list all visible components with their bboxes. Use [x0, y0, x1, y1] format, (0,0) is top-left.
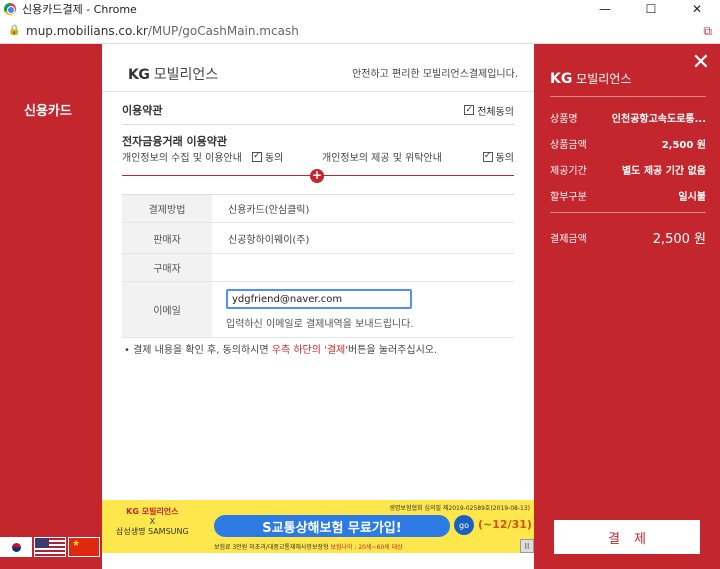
- payment-info-table: 결제방법 신용카드(안심클릭) 판매자 신공항하이웨이(주) 구매자 이메일 입…: [122, 194, 514, 338]
- info-label: 판매자: [122, 223, 212, 253]
- summary-total: 결제금액 2,500 원: [550, 228, 706, 247]
- privacy-items: 개인정보의 수집 및 이용안내 ✓ 동의 개인정보의 제공 및 위탁안내 ✓ 동의: [122, 149, 514, 164]
- summary-divider: [550, 96, 706, 97]
- banner-ad[interactable]: KG 모빌리언스 X 삼성생명 SAMSUNG 생명보험협회 심의필 제2019…: [102, 500, 534, 553]
- close-window-button[interactable]: ✕: [674, 0, 720, 18]
- notice-prefix: • 결제 내용을 확인 후, 동의하시면: [124, 345, 272, 356]
- agree-all-checkbox[interactable]: ✓ 전체동의: [464, 103, 514, 118]
- banner-kg-logo: KG 모빌리언스: [126, 507, 179, 516]
- order-summary-panel: ✕ KG 모빌리언스 상품명 인천공항고속도로통... 상품금액 2,500 원 제…: [534, 44, 720, 569]
- header-slogan: 안전하고 편리한 모빌리언스결제입니다.: [352, 69, 518, 80]
- payment-notice: • 결제 내용을 확인 후, 동의하시면 우측 하단의 '결제'버튼을 눌러주십…: [124, 341, 437, 356]
- info-label: 결제방법: [122, 195, 212, 222]
- summary-kg-text: 모빌리언스: [576, 72, 632, 86]
- email-cell: 입력하신 이메일로 결제내역을 보내드립니다.: [212, 282, 514, 337]
- info-value: 신공항하이웨이(주): [228, 234, 310, 246]
- privacy-provide-checkbox[interactable]: ✓ 동의: [482, 149, 514, 164]
- check-icon: ✓: [251, 151, 262, 162]
- kg-logo: KG 모빌리언스: [128, 64, 218, 84]
- privacy-provide-item: 개인정보의 제공 및 위탁안내 ✓ 동의: [322, 149, 514, 164]
- main-panel: KG 모빌리언스 안전하고 편리한 모빌리언스결제입니다. 이용약관 ✓ 전체동의…: [102, 44, 534, 569]
- summary-value: 인천공항고속도로통...: [611, 114, 706, 125]
- privacy-collect-checkbox[interactable]: ✓ 동의: [251, 149, 284, 164]
- agree-all-label: 전체동의: [477, 106, 514, 118]
- pay-button[interactable]: 결제: [554, 520, 700, 554]
- banner-period: (~12/31): [478, 518, 532, 531]
- agree-label: 동의: [264, 153, 284, 164]
- left-sidebar: 신용카드: [0, 44, 102, 569]
- korean-flag-icon[interactable]: [0, 537, 32, 557]
- summary-kg-mark: KG: [550, 71, 573, 87]
- check-icon: ✓: [482, 151, 493, 162]
- blocked-popup-icon[interactable]: ⧉: [703, 24, 712, 39]
- banner-fine-red: 보험나이 : 20세~60세 대상: [330, 544, 403, 551]
- summary-value: 별도 제공 기간 없음: [621, 166, 706, 177]
- summary-row: 할부구분 일시불: [550, 188, 706, 203]
- kg-logo-mark: KG: [128, 67, 150, 83]
- banner-headline: S교통상해보험 무료가입!: [214, 515, 450, 537]
- total-value: 2,500 원: [652, 232, 706, 247]
- table-row: 판매자 신공항하이웨이(주): [122, 223, 514, 254]
- payment-method-title: 신용카드: [24, 104, 72, 119]
- info-value: 신용카드(안심클릭): [228, 205, 310, 216]
- window-titlebar: 신용카드결제 - Chrome — ☐ ✕: [0, 0, 720, 18]
- agree-label: 동의: [495, 153, 514, 164]
- summary-key: 제공기간: [550, 166, 587, 177]
- privacy-collect-label[interactable]: 개인정보의 수집 및 이용안내: [122, 149, 242, 164]
- terms-title: 이용약관: [122, 104, 163, 117]
- email-input[interactable]: [226, 289, 412, 309]
- banner-pause-icon[interactable]: II: [520, 539, 534, 553]
- china-flag-icon[interactable]: [68, 537, 100, 557]
- check-icon: ✓: [464, 104, 475, 115]
- url-path: /MUP/goCashMain.mcash: [147, 23, 299, 38]
- divider: [122, 124, 514, 125]
- us-flag-icon[interactable]: [34, 537, 66, 557]
- summary-divider: [550, 212, 706, 213]
- summary-value: 2,500 원: [661, 140, 706, 151]
- close-icon[interactable]: ✕: [692, 52, 710, 74]
- total-label: 결제금액: [550, 234, 587, 245]
- summary-row: 상품명 인천공항고속도로통...: [550, 110, 706, 125]
- expand-plus-icon[interactable]: +: [310, 169, 324, 183]
- url-host: mup.mobilians.co.kr: [26, 23, 148, 38]
- email-note: 입력하신 이메일로 결제내역을 보내드립니다.: [226, 319, 414, 330]
- summary-kg-logo: KG 모빌리언스: [550, 70, 631, 87]
- minimize-button[interactable]: —: [582, 0, 628, 18]
- terms-header: 이용약관 ✓ 전체동의: [122, 102, 514, 118]
- banner-logos: KG 모빌리언스 X 삼성생명 SAMSUNG: [116, 506, 189, 537]
- info-label: 구매자: [122, 254, 212, 281]
- kg-header: KG 모빌리언스 안전하고 편리한 모빌리언스결제입니다.: [102, 44, 534, 92]
- summary-row: 제공기간 별도 제공 기간 없음: [550, 162, 706, 177]
- banner-x: X: [149, 517, 156, 526]
- summary-key: 할부구분: [550, 192, 587, 203]
- banner-partner-logo: 삼성생명 SAMSUNG: [116, 527, 189, 536]
- banner-fine-text: 보험료 3만원 미초과/대중교통재해사망보장형: [214, 544, 331, 551]
- url-text[interactable]: mup.mobilians.co.kr/MUP/goCashMain.mcash: [26, 24, 299, 38]
- privacy-collect-item: 개인정보의 수집 및 이용안내 ✓ 동의: [122, 149, 322, 164]
- notice-suffix: 버튼을 눌러주십시오.: [348, 345, 438, 356]
- language-flags: [0, 537, 100, 557]
- summary-key: 상품명: [550, 114, 578, 125]
- window-controls: — ☐ ✕: [582, 0, 720, 18]
- maximize-button[interactable]: ☐: [628, 0, 674, 18]
- summary-key: 상품금액: [550, 140, 587, 151]
- chrome-icon: [4, 3, 16, 15]
- go-icon: go: [454, 515, 474, 535]
- kg-logo-text: 모빌리언스: [153, 67, 219, 83]
- window-title: 신용카드결제 - Chrome: [22, 3, 137, 16]
- address-bar[interactable]: 🔒 mup.mobilians.co.kr/MUP/goCashMain.mca…: [0, 18, 720, 44]
- table-row: 결제방법 신용카드(안심클릭): [122, 195, 514, 223]
- privacy-provide-label[interactable]: 개인정보의 제공 및 위탁안내: [322, 149, 442, 164]
- banner-meta: 생명보험협회 심의필 제2019-02589호(2019-08-13): [389, 505, 530, 512]
- ef-terms-title[interactable]: 전자금융거래 이용약관: [122, 133, 227, 149]
- table-row: 구매자: [122, 254, 514, 282]
- info-label: 이메일: [122, 282, 212, 337]
- info-value: [212, 254, 514, 281]
- table-row: 이메일 입력하신 이메일로 결제내역을 보내드립니다.: [122, 282, 514, 338]
- lock-icon[interactable]: 🔒: [8, 25, 22, 36]
- banner-fine-print: 보험료 3만원 미초과/대중교통재해사망보장형 보험나이 : 20세~60세 대…: [214, 542, 403, 551]
- summary-value: 일시불: [678, 192, 706, 203]
- summary-row: 상품금액 2,500 원: [550, 136, 706, 151]
- notice-highlight: 우측 하단의 '결제': [271, 345, 349, 356]
